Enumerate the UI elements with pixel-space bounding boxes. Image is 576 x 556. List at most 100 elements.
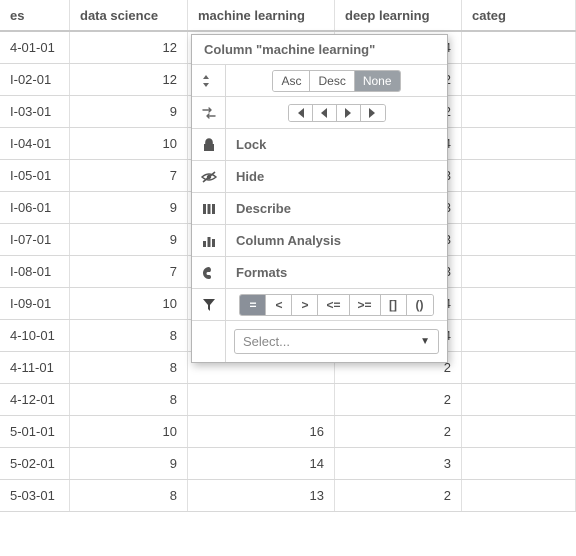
col-header-category[interactable]: categ [462,0,576,30]
move-prev-button[interactable] [313,105,337,121]
cell-es[interactable]: I-06-01 [0,192,70,223]
describe-label: Describe [226,201,447,216]
lock-label: Lock [226,137,447,152]
table-row: 5-03-018132 [0,480,576,512]
move-row [192,97,447,129]
col-header-es[interactable]: es [0,0,70,30]
cell-es[interactable]: I-02-01 [0,64,70,95]
sort-asc-button[interactable]: Asc [273,71,310,91]
cell-category[interactable] [462,96,576,127]
filter-op-group: = < > <= >= [] () [239,294,433,316]
cell-es[interactable]: 4-10-01 [0,320,70,351]
col-header-deep-learning[interactable]: deep learning [335,0,462,30]
move-button-group [288,104,386,122]
cell-category[interactable] [462,352,576,383]
cell-category[interactable] [462,384,576,415]
filter-gt-button[interactable]: > [292,295,318,315]
cell-data-science[interactable]: 7 [70,160,188,191]
move-first-button[interactable] [289,105,313,121]
cell-category[interactable] [462,416,576,447]
formats-row[interactable]: Formats [192,257,447,289]
analysis-row[interactable]: Column Analysis [192,225,447,257]
cell-es[interactable]: 4-11-01 [0,352,70,383]
cell-es[interactable]: 5-03-01 [0,480,70,511]
sort-button-group: Asc Desc None [272,70,400,92]
cell-deep-learning[interactable]: 2 [335,416,462,447]
cell-machine-learning[interactable]: 16 [188,416,335,447]
cell-category[interactable] [462,224,576,255]
cell-es[interactable]: I-05-01 [0,160,70,191]
cell-category[interactable] [462,32,576,63]
filter-le-button[interactable]: <= [318,295,349,315]
cell-es[interactable]: 5-01-01 [0,416,70,447]
filter-value-select[interactable]: Select... ▼ [234,329,439,354]
cell-deep-learning[interactable]: 2 [335,480,462,511]
cell-data-science[interactable]: 12 [70,64,188,95]
filter-icon [192,289,226,320]
filter-in-button[interactable]: [] [381,295,407,315]
filter-ge-button[interactable]: >= [350,295,381,315]
cell-data-science[interactable]: 10 [70,416,188,447]
filter-select-spacer [192,321,226,362]
sort-row: Asc Desc None [192,65,447,97]
cell-category[interactable] [462,192,576,223]
cell-data-science[interactable]: 8 [70,480,188,511]
sort-none-button[interactable]: None [355,71,400,91]
sort-desc-button[interactable]: Desc [310,71,354,91]
palette-icon [192,257,226,288]
cell-category[interactable] [462,320,576,351]
lock-icon [192,129,226,160]
cell-data-science[interactable]: 10 [70,288,188,319]
move-icon [192,97,226,128]
cell-es[interactable]: I-07-01 [0,224,70,255]
cell-data-science[interactable]: 8 [70,320,188,351]
hide-row[interactable]: Hide [192,161,447,193]
column-menu: Column "machine learning" Asc Desc None [191,34,448,363]
table-row: 4-12-018 2 [0,384,576,416]
cell-es[interactable]: I-09-01 [0,288,70,319]
cell-es[interactable]: 5-02-01 [0,448,70,479]
cell-data-science[interactable]: 9 [70,96,188,127]
cell-data-science[interactable]: 9 [70,224,188,255]
describe-row[interactable]: Describe [192,193,447,225]
move-last-button[interactable] [361,105,385,121]
cell-machine-learning[interactable]: 13 [188,480,335,511]
cell-data-science[interactable]: 12 [70,32,188,63]
cell-category[interactable] [462,64,576,95]
filter-select-placeholder: Select... [243,334,290,349]
cell-machine-learning[interactable] [188,384,335,415]
cell-machine-learning[interactable]: 14 [188,448,335,479]
cell-data-science[interactable]: 9 [70,192,188,223]
cell-category[interactable] [462,448,576,479]
lock-row[interactable]: Lock [192,129,447,161]
table-row: 5-01-0110162 [0,416,576,448]
filter-eq-button[interactable]: = [240,295,266,315]
cell-deep-learning[interactable]: 3 [335,448,462,479]
cell-deep-learning[interactable]: 2 [335,384,462,415]
cell-data-science[interactable]: 8 [70,352,188,383]
sort-icon [192,65,226,96]
filter-paren-button[interactable]: () [407,295,433,315]
cell-category[interactable] [462,128,576,159]
cell-es[interactable]: I-03-01 [0,96,70,127]
filter-row: = < > <= >= [] () [192,289,447,321]
cell-es[interactable]: I-04-01 [0,128,70,159]
cell-category[interactable] [462,288,576,319]
cell-category[interactable] [462,480,576,511]
cell-data-science[interactable]: 10 [70,128,188,159]
filter-lt-button[interactable]: < [266,295,292,315]
cell-category[interactable] [462,160,576,191]
col-header-data-science[interactable]: data science [70,0,188,30]
cell-category[interactable] [462,256,576,287]
cell-data-science[interactable]: 9 [70,448,188,479]
col-header-machine-learning[interactable]: machine learning [188,0,335,30]
move-next-button[interactable] [337,105,361,121]
describe-icon [192,193,226,224]
cell-es[interactable]: I-08-01 [0,256,70,287]
cell-data-science[interactable]: 8 [70,384,188,415]
table-row: 5-02-019143 [0,448,576,480]
cell-data-science[interactable]: 7 [70,256,188,287]
analysis-label: Column Analysis [226,233,447,248]
cell-es[interactable]: 4-01-01 [0,32,70,63]
cell-es[interactable]: 4-12-01 [0,384,70,415]
